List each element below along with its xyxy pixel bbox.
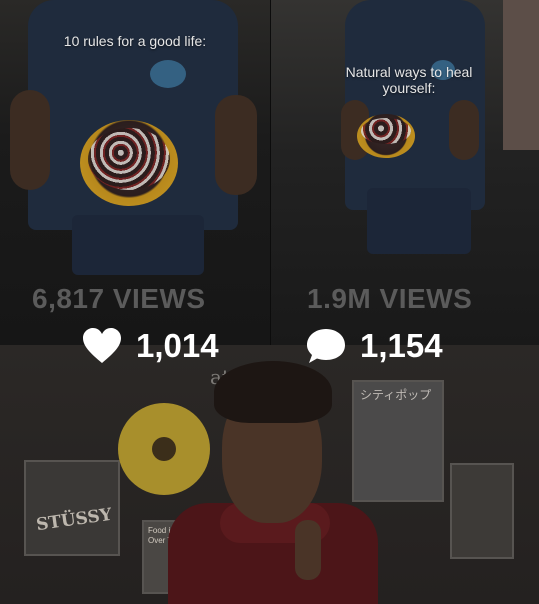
poster-stussy: STÜSSY	[24, 460, 120, 556]
comment-bubble-icon[interactable]	[306, 327, 346, 365]
person-hair	[214, 361, 332, 423]
record-center	[152, 437, 176, 461]
bottom-video-scene: STÜSSY Food is Mind Over Thought シティポップ …	[0, 345, 539, 604]
right-video-caption: Natural ways to heal yourself:	[345, 64, 473, 96]
left-video-caption: 10 rules for a good life:	[63, 33, 207, 49]
poster-japanese-text: シティポップ	[360, 388, 432, 402]
arm-right	[215, 95, 257, 195]
arm-left	[10, 90, 50, 190]
person-shorts	[367, 188, 471, 254]
poster-stussy-text: STÜSSY	[34, 504, 114, 536]
like-stat[interactable]: 1,014	[82, 326, 219, 366]
heart-icon[interactable]	[82, 327, 122, 365]
video-frame: 10 rules for a good life: 6,817 VIEWS Na…	[0, 0, 539, 604]
comment-stat[interactable]: 1,154	[306, 326, 443, 366]
right-video-views: 1.9M VIEWS	[307, 283, 473, 314]
background-curtain	[503, 0, 539, 150]
person-shorts	[72, 215, 204, 275]
poster-japanese: シティポップ	[352, 380, 444, 502]
left-video-views: 6,817 VIEWS	[32, 283, 206, 314]
left-video-thumbnail[interactable]: 10 rules for a good life: 6,817 VIEWS	[0, 0, 270, 345]
arm-right	[449, 100, 479, 160]
bowl-toppings	[361, 118, 411, 144]
like-count: 1,014	[136, 327, 219, 364]
right-video-thumbnail[interactable]: Natural ways to heal yourself: 1.9M VIEW…	[271, 0, 539, 345]
poster-right	[450, 463, 514, 559]
shirt-logo	[150, 60, 186, 88]
comment-count: 1,154	[360, 327, 443, 364]
wall-record	[118, 403, 210, 495]
bowl-toppings	[88, 128, 170, 190]
person-hand	[295, 520, 321, 580]
